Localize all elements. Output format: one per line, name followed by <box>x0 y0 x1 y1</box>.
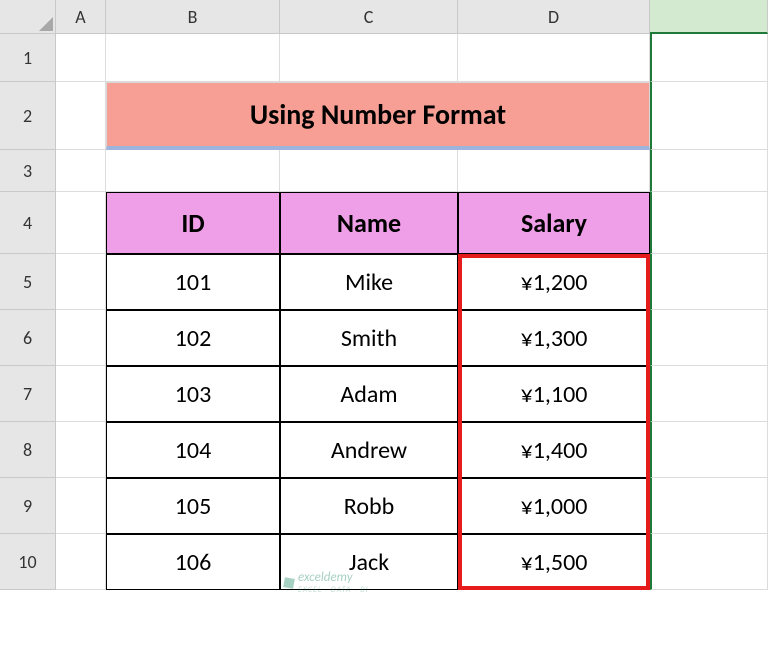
cell-A1[interactable] <box>56 34 106 82</box>
table-cell-salary[interactable]: ¥1,300 <box>458 310 650 366</box>
column-header-D[interactable]: D <box>458 0 650 34</box>
table-cell-salary[interactable]: ¥1,400 <box>458 422 650 478</box>
row-header-2[interactable]: 2 <box>0 82 56 150</box>
cell-A7[interactable] <box>56 366 106 422</box>
table-cell-salary[interactable]: ¥1,100 <box>458 366 650 422</box>
cell-A10[interactable] <box>56 534 106 590</box>
row-header-3[interactable]: 3 <box>0 150 56 192</box>
column-header-next[interactable] <box>650 0 768 34</box>
cell-C3[interactable] <box>280 150 458 192</box>
spreadsheet-grid: A B C D 1 2 Using Number Format 3 4 ID N… <box>0 0 768 590</box>
cell-C1[interactable] <box>280 34 458 82</box>
table-cell-name[interactable]: Adam <box>280 366 458 422</box>
cell-E9[interactable] <box>650 478 768 534</box>
cell-B3[interactable] <box>106 150 280 192</box>
cell-B1[interactable] <box>106 34 280 82</box>
title-cell[interactable]: Using Number Format <box>106 82 650 150</box>
cell-A4[interactable] <box>56 192 106 254</box>
table-cell-salary[interactable]: ¥1,000 <box>458 478 650 534</box>
table-cell-name[interactable]: Smith <box>280 310 458 366</box>
cell-A8[interactable] <box>56 422 106 478</box>
table-header-salary[interactable]: Salary <box>458 192 650 254</box>
row-header-5[interactable]: 5 <box>0 254 56 310</box>
cell-E8[interactable] <box>650 422 768 478</box>
table-cell-id[interactable]: 105 <box>106 478 280 534</box>
cell-A6[interactable] <box>56 310 106 366</box>
table-cell-salary[interactable]: ¥1,500 <box>458 534 650 590</box>
cell-A5[interactable] <box>56 254 106 310</box>
cell-E1[interactable] <box>650 34 768 82</box>
cell-E7[interactable] <box>650 366 768 422</box>
table-cell-name[interactable]: Jack <box>280 534 458 590</box>
column-header-C[interactable]: C <box>280 0 458 34</box>
column-header-A[interactable]: A <box>56 0 106 34</box>
cell-E3[interactable] <box>650 150 768 192</box>
table-cell-id[interactable]: 103 <box>106 366 280 422</box>
row-header-6[interactable]: 6 <box>0 310 56 366</box>
row-header-9[interactable]: 9 <box>0 478 56 534</box>
cell-A2[interactable] <box>56 82 106 150</box>
cell-E2[interactable] <box>650 82 768 150</box>
row-header-1[interactable]: 1 <box>0 34 56 82</box>
cell-E5[interactable] <box>650 254 768 310</box>
table-cell-name[interactable]: Andrew <box>280 422 458 478</box>
cell-D1[interactable] <box>458 34 650 82</box>
table-cell-id[interactable]: 106 <box>106 534 280 590</box>
select-all-corner[interactable] <box>0 0 56 34</box>
cell-A3[interactable] <box>56 150 106 192</box>
select-all-triangle-icon <box>39 17 53 31</box>
table-cell-name[interactable]: Mike <box>280 254 458 310</box>
cell-E10[interactable] <box>650 534 768 590</box>
table-cell-id[interactable]: 101 <box>106 254 280 310</box>
table-cell-id[interactable]: 104 <box>106 422 280 478</box>
table-cell-id[interactable]: 102 <box>106 310 280 366</box>
row-header-10[interactable]: 10 <box>0 534 56 590</box>
cell-E4[interactable] <box>650 192 768 254</box>
row-header-4[interactable]: 4 <box>0 192 56 254</box>
table-header-name[interactable]: Name <box>280 192 458 254</box>
table-cell-salary[interactable]: ¥1,200 <box>458 254 650 310</box>
column-header-B[interactable]: B <box>106 0 280 34</box>
cell-A9[interactable] <box>56 478 106 534</box>
cell-E6[interactable] <box>650 310 768 366</box>
table-cell-name[interactable]: Robb <box>280 478 458 534</box>
row-header-7[interactable]: 7 <box>0 366 56 422</box>
cell-D3[interactable] <box>458 150 650 192</box>
table-header-id[interactable]: ID <box>106 192 280 254</box>
row-header-8[interactable]: 8 <box>0 422 56 478</box>
